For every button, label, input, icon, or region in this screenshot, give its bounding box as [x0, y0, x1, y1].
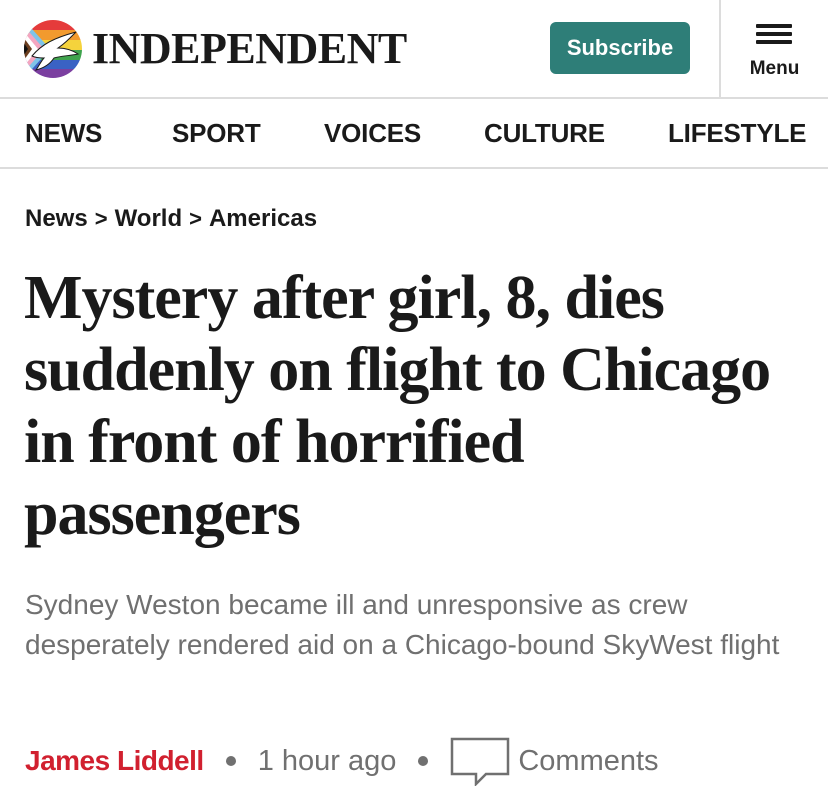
nav-item-culture[interactable]: CULTURE — [484, 118, 605, 149]
nav-item-lifestyle[interactable]: LIFESTYLE — [668, 118, 807, 149]
article-headline: Mystery after girl, 8, dies suddenly on … — [24, 264, 771, 548]
menu-label: Menu — [749, 58, 800, 79]
brand-wordmark: INDEPENDENT — [92, 24, 407, 73]
article-byline: James Liddell 1 hour ago Comments — [25, 736, 815, 786]
published-time: 1 hour ago — [257, 744, 397, 777]
nav-item-news[interactable]: NEWS — [25, 118, 102, 149]
hamburger-menu-icon — [756, 24, 792, 44]
breadcrumb-separator: > — [94, 206, 108, 231]
breadcrumb-separator: > — [189, 206, 202, 231]
breadcrumb-news[interactable]: News — [25, 205, 88, 232]
site-header: INDEPENDENT Subscribe Menu — [0, 0, 828, 99]
comments-link[interactable]: Comments — [450, 736, 659, 786]
breadcrumb-americas[interactable]: Americas — [209, 205, 317, 232]
nav-item-voices[interactable]: VOICES — [324, 118, 421, 149]
section-nav: NEWS SPORT VOICES CULTURE LIFESTYLE — [0, 99, 828, 169]
breadcrumb: News > World > Americas — [25, 205, 317, 234]
article-standfirst: Sydney Weston became ill and unresponsiv… — [25, 589, 780, 660]
speech-bubble-icon — [451, 737, 510, 786]
subscribe-button[interactable]: Subscribe — [550, 22, 690, 74]
eagle-pride-logo-icon — [24, 20, 82, 78]
byline-separator-dot — [418, 756, 429, 766]
byline-separator-dot — [225, 756, 236, 766]
menu-button[interactable]: Menu — [721, 0, 828, 97]
site-logo-link[interactable]: INDEPENDENT — [24, 20, 407, 78]
breadcrumb-world[interactable]: World — [115, 205, 183, 232]
comments-label: Comments — [518, 744, 659, 777]
article-page: INDEPENDENT Subscribe Menu NEWS SPORT VO… — [0, 0, 828, 800]
author-link[interactable]: James Liddell — [25, 745, 204, 777]
nav-item-sport[interactable]: SPORT — [172, 118, 261, 149]
